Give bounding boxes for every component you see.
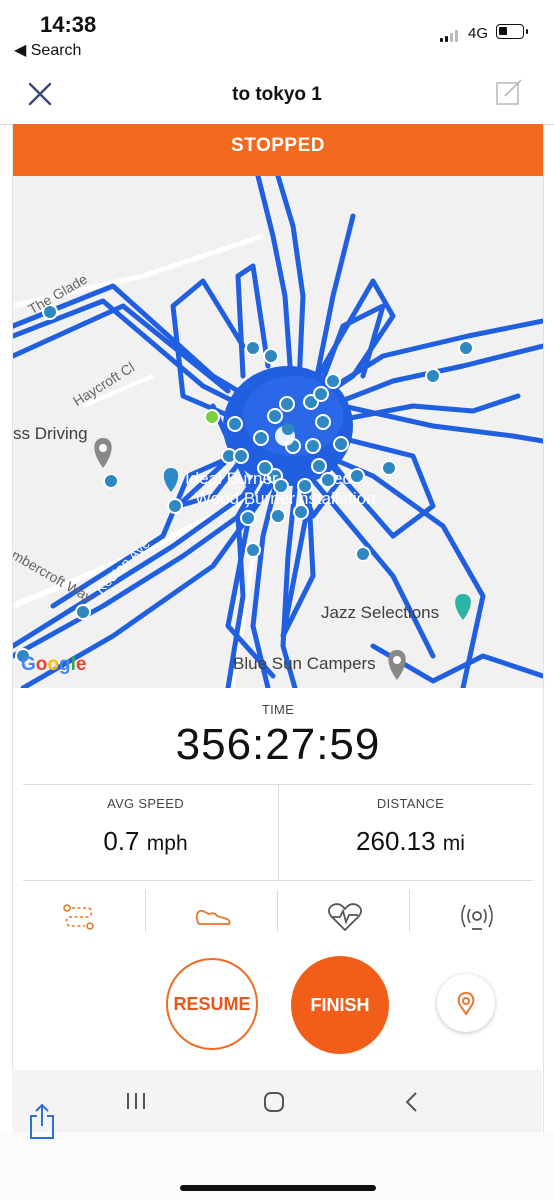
sensor-icon[interactable] [457,902,497,932]
shoe-icon[interactable] [193,902,233,932]
map-pin-icon [388,650,406,680]
divider [145,890,146,932]
stopped-banner: STOPPED [13,124,543,176]
status-bar: 14:38 ◀ Search 4G [0,0,554,64]
avg-speed-number: 0.7 [103,826,140,856]
status-time: 14:38 [40,12,97,37]
back-to-search-link[interactable]: ◀ Search [14,40,81,60]
divider [23,880,533,881]
signal-icon [440,30,462,42]
poi-label: Wood Burner [195,489,295,508]
distance-unit: mi [442,832,465,855]
poi-label: Blue Sun Campers [233,654,376,673]
route-map[interactable]: The Glade Haycroft Cl Keston Ave mbercro… [13,176,543,688]
home-indicator [180,1185,376,1191]
finish-button[interactable]: FINISH [291,956,389,1054]
edit-icon[interactable] [494,78,524,108]
location-button[interactable] [437,974,495,1032]
activity-title: to tokyo 1 [232,84,322,105]
poi-label: ed [333,469,352,488]
map-pin-icon [94,438,112,468]
divider [409,890,410,932]
network-type: 4G [468,25,489,42]
route-icon[interactable] [59,902,99,932]
heart-rate-icon[interactable] [325,902,365,932]
time-label: TIME [261,702,295,717]
back-icon[interactable] [402,1090,422,1114]
map-canvas [13,176,543,688]
share-icon[interactable] [28,1102,56,1140]
location-pin-icon [457,991,475,1016]
elapsed-time: 356:27:59 [175,720,381,769]
google-logo: Google [21,654,87,675]
distance-label: DISTANCE [376,796,445,811]
poi-label: ss Driving [13,424,88,443]
avg-speed-label: AVG SPEED [107,796,184,811]
poi-label: Jazz Selections [321,603,440,622]
avg-speed-value: 0.7 mph [13,826,278,857]
activity-card: STOPPED The Glade Haycroft Cl Keston Ave… [12,124,544,1132]
poi-label: Ideal Burner [185,469,278,488]
resume-button[interactable]: RESUME [166,958,258,1050]
battery-icon [496,24,528,39]
avg-speed-unit: mph [146,832,188,855]
recent-apps-icon[interactable] [124,1090,148,1112]
distance-value: 260.13 mi [278,826,543,857]
nav-bar: to tokyo 1 [0,64,554,125]
start-marker [204,409,220,425]
shop-pin-icon [163,468,179,492]
divider [277,890,278,932]
android-nav-bar [12,1070,542,1132]
distance-number: 260.13 [356,826,436,856]
poi-label: nstallation [299,489,376,508]
home-icon[interactable] [262,1090,286,1114]
music-pin-icon [455,594,471,620]
